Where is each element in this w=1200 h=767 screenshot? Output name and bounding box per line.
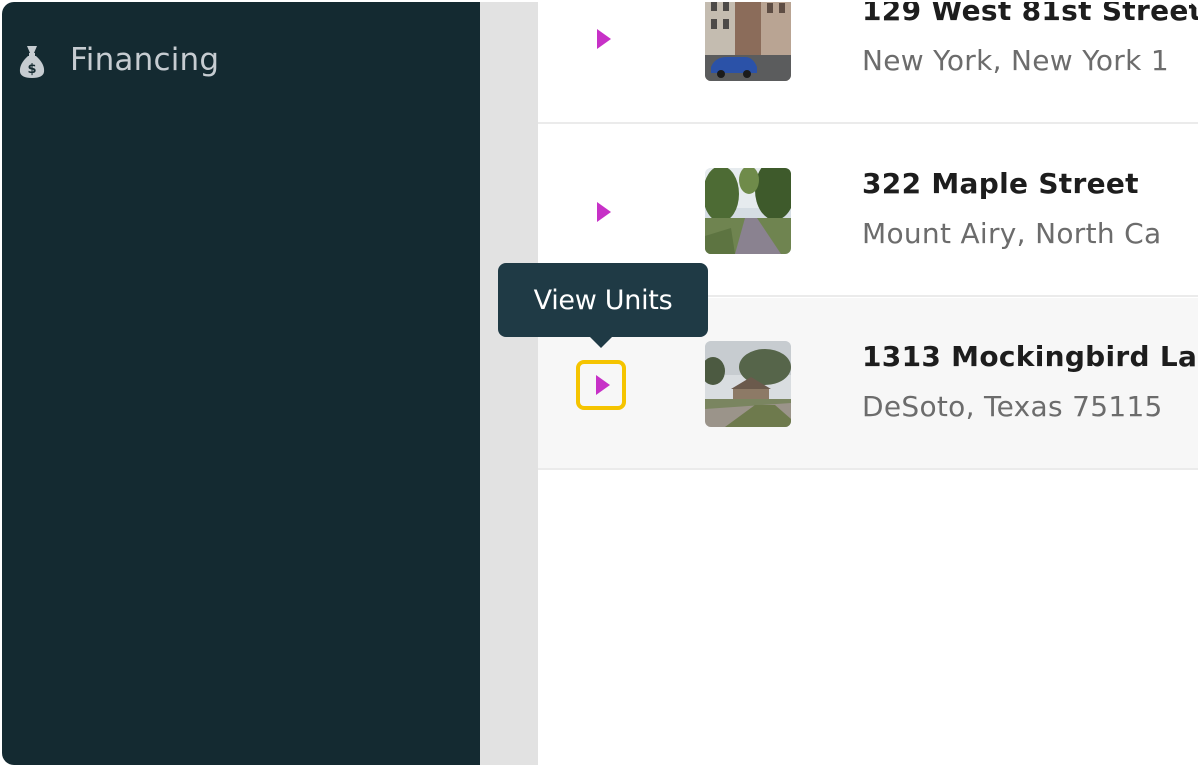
content-gutter <box>480 2 538 765</box>
expand-units-button[interactable] <box>578 189 626 235</box>
view-units-button[interactable] <box>576 360 626 410</box>
property-location: New York, New York 1 <box>862 44 1169 77</box>
property-location: DeSoto, Texas 75115 <box>862 390 1163 423</box>
caret-right-icon <box>597 202 611 222</box>
property-address[interactable]: 322 Maple Street <box>862 167 1139 200</box>
property-thumbnail[interactable] <box>705 2 791 81</box>
property-address[interactable]: 1313 Mockingbird La <box>862 340 1197 373</box>
expand-units-button[interactable] <box>578 16 626 62</box>
property-address[interactable]: 129 West 81st Street <box>862 2 1198 27</box>
property-list: 129 West 81st Street New York, New York … <box>538 2 1198 765</box>
sidebar-item-financing[interactable]: $ Financing <box>2 34 480 84</box>
money-bag-icon: $ <box>16 40 48 80</box>
app-window: $ Financing 129 West 81st Street New Yor… <box>2 2 1198 765</box>
list-item[interactable]: 129 West 81st Street New York, New York … <box>538 2 1198 124</box>
view-units-tooltip: View Units <box>498 263 708 337</box>
property-thumbnail[interactable] <box>705 341 791 427</box>
sidebar-item-label: Financing <box>70 42 220 78</box>
caret-right-icon <box>596 375 610 395</box>
sidebar: $ Financing <box>2 2 480 765</box>
caret-right-icon <box>597 29 611 49</box>
property-thumbnail[interactable] <box>705 168 791 254</box>
property-location: Mount Airy, North Ca <box>862 217 1162 250</box>
tooltip-arrow <box>590 337 612 348</box>
tooltip-text: View Units <box>533 284 673 316</box>
svg-text:$: $ <box>27 62 36 77</box>
